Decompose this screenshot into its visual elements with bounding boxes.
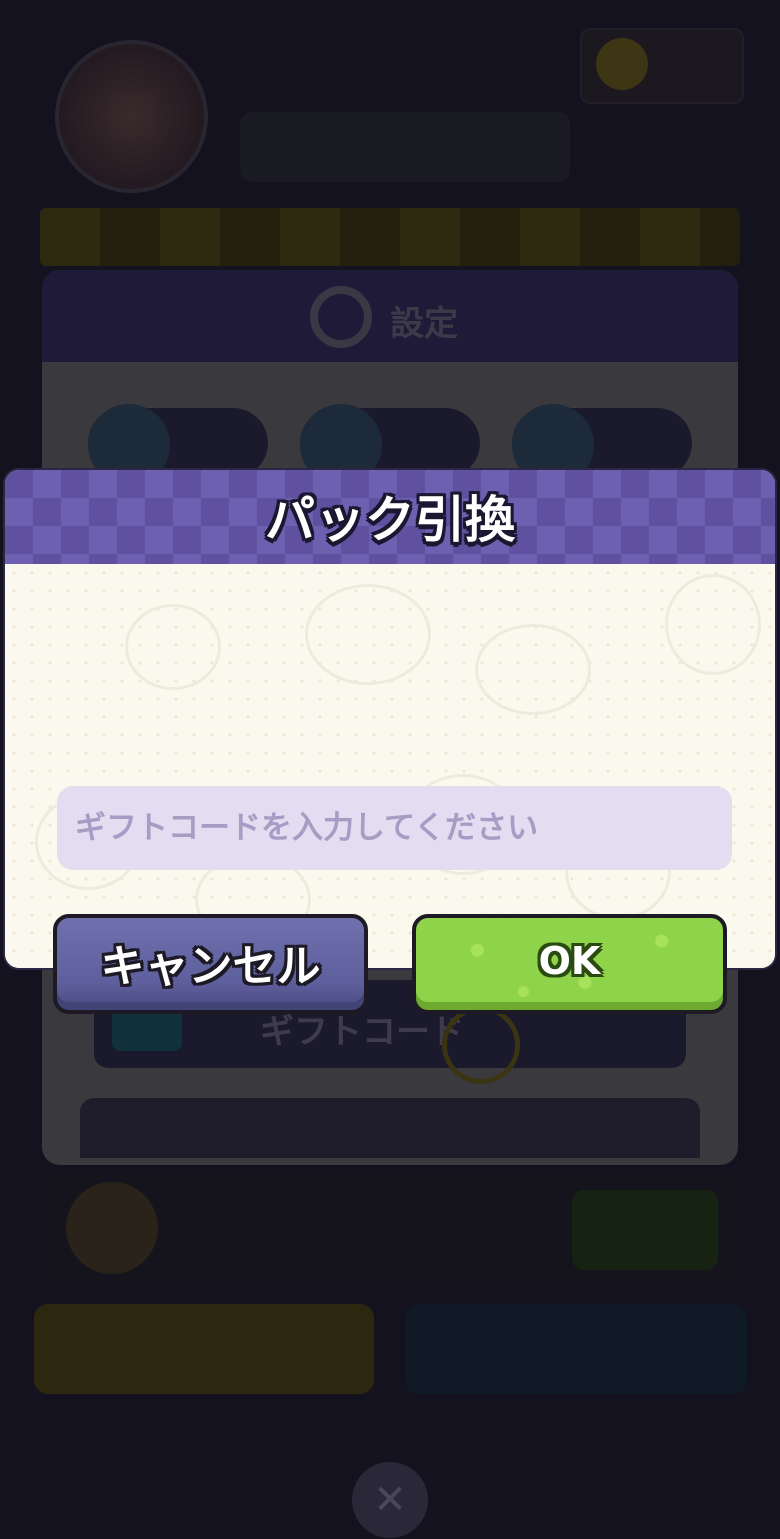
pack-redeem-dialog: パック引換 [5,470,775,968]
gear-icon [310,286,372,348]
left-bottom-button [34,1304,374,1394]
ok-button[interactable]: OK [412,914,727,1014]
dialog-body [5,564,775,968]
cancel-button[interactable]: キャンセル [53,914,368,1014]
account-avatar [66,1182,158,1274]
coin-icon [596,38,648,90]
player-avatar [55,40,208,193]
rank-bar [240,112,570,182]
banner-strip [40,208,740,266]
ok-button-label: OK [538,939,601,983]
screen: 設定 ギフトコード ✕ パック引換 キャンセル OK [0,0,780,1539]
doodle-decoration [665,574,761,675]
settings-title: 設定 [390,304,458,344]
gift-code-input[interactable] [57,786,732,870]
doodle-decoration [475,624,591,715]
cancel-button-label: キャンセル [100,941,321,992]
dialog-title: パック引換 [265,491,515,549]
account-button [572,1190,718,1270]
close-icon: ✕ [352,1462,428,1538]
doodle-decoration [125,604,221,690]
right-bottom-button [405,1304,747,1394]
notification-ring [442,1006,520,1084]
doodle-decoration [305,584,431,685]
settings-row [80,1098,700,1158]
